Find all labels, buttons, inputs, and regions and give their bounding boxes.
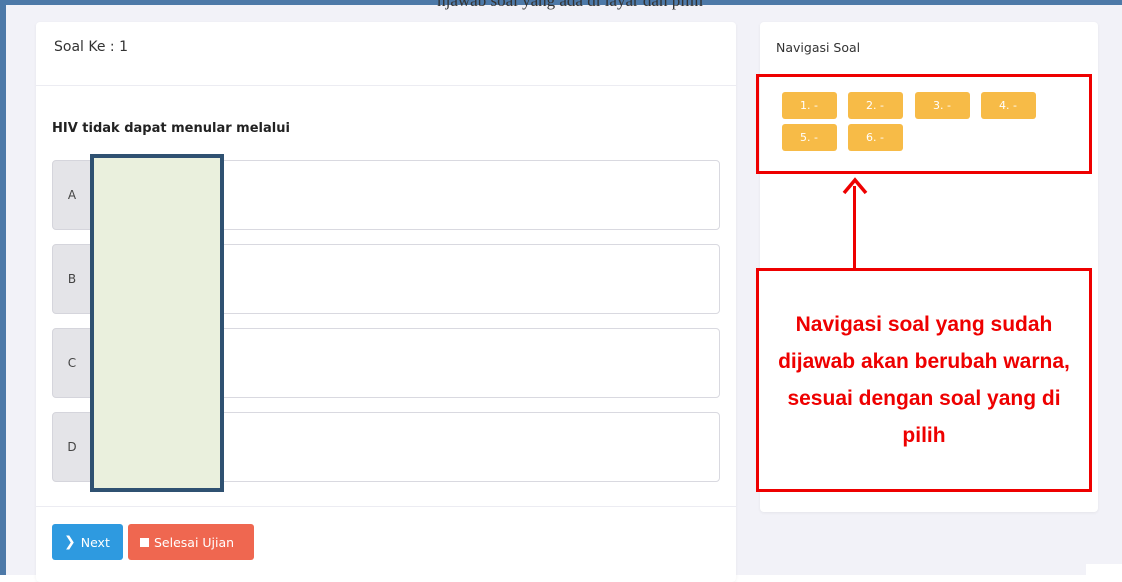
question-number: Soal Ke : 1 [54,39,128,55]
finish-exam-label: Selesai Ujian [154,534,235,550]
option-letter[interactable]: B [52,244,92,314]
finish-exam-button[interactable]: Selesai Ujian [128,524,254,560]
frame-border-left [0,0,6,575]
navigation-title: Navigasi Soal [776,40,861,55]
question-text: HIV tidak dapat menular melalui [52,121,290,136]
footer-divider [36,506,736,507]
option-letter[interactable]: A [52,160,92,230]
annotation-highlight-frame [756,74,1092,174]
next-button-label: Next [80,534,110,550]
option-letter[interactable]: D [52,412,92,482]
annotation-callout: Navigasi soal yang sudah dijawab akan be… [756,268,1092,492]
annotation-arrow-shaft [853,186,856,270]
question-card-header: Soal Ke : 1 [36,22,736,86]
redaction-overlay [90,154,224,492]
chevron-right-icon: ❯ [64,534,76,550]
corner-mark [1086,564,1122,575]
square-icon [140,537,149,547]
cropped-caption: njawab soal yang ada di layar dan pilih [437,0,703,10]
option-letter[interactable]: C [52,328,92,398]
next-button[interactable]: ❯ Next [52,524,123,560]
arrow-up-icon [842,177,868,195]
